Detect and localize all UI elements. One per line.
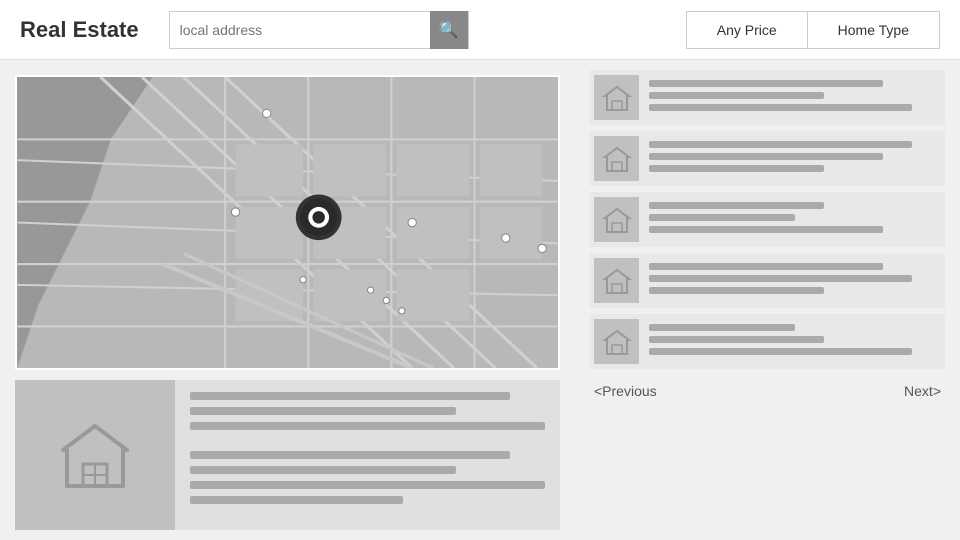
main-content: <Previous Next>	[0, 60, 960, 540]
filter-buttons: Any Price Home Type	[686, 11, 940, 49]
house-icon-small-3	[602, 206, 632, 234]
listing-item[interactable]	[590, 192, 945, 247]
detail-line-4	[190, 451, 510, 459]
map-svg	[17, 77, 558, 368]
next-page-button[interactable]: Next>	[904, 383, 941, 399]
listing-info-5	[649, 324, 941, 360]
search-bar: 🔍	[169, 11, 469, 49]
header: Real Estate 🔍 Any Price Home Type	[0, 0, 960, 60]
featured-listing[interactable]	[15, 380, 560, 530]
listing-info-3	[649, 202, 941, 238]
home-type-filter-button[interactable]: Home Type	[807, 11, 940, 49]
listing-item[interactable]	[590, 314, 945, 369]
listing-thumb-1	[594, 75, 639, 120]
featured-listing-image	[15, 380, 175, 530]
listing-info-1	[649, 80, 941, 116]
price-filter-button[interactable]: Any Price	[686, 11, 807, 49]
search-icon: 🔍	[439, 20, 459, 40]
house-icon-small-2	[602, 145, 632, 173]
search-button[interactable]: 🔍	[430, 11, 468, 49]
listing-thumb-3	[594, 197, 639, 242]
listing-item[interactable]	[590, 253, 945, 308]
listing-info-2	[649, 141, 941, 177]
listing-thumb-5	[594, 319, 639, 364]
listing-item[interactable]	[590, 131, 945, 186]
listing-item[interactable]	[590, 70, 945, 125]
featured-listing-details	[175, 380, 560, 530]
search-input[interactable]	[170, 22, 430, 38]
prev-page-button[interactable]: <Previous	[594, 383, 657, 399]
listing-info-4	[649, 263, 941, 299]
house-icon-small-4	[602, 267, 632, 295]
left-panel	[0, 60, 575, 540]
detail-line-1	[190, 392, 510, 400]
map-container[interactable]	[15, 75, 560, 370]
right-panel: <Previous Next>	[575, 60, 960, 540]
listing-thumb-2	[594, 136, 639, 181]
house-icon-small-1	[602, 84, 632, 112]
detail-line-6	[190, 481, 545, 489]
app-title: Real Estate	[20, 17, 139, 43]
house-icon-large	[55, 418, 135, 493]
detail-line-7	[190, 496, 403, 504]
detail-line-5	[190, 466, 456, 474]
listing-thumb-4	[594, 258, 639, 303]
pagination: <Previous Next>	[590, 375, 945, 407]
detail-line-2	[190, 407, 456, 415]
detail-line-3	[190, 422, 545, 430]
house-icon-small-5	[602, 328, 632, 356]
